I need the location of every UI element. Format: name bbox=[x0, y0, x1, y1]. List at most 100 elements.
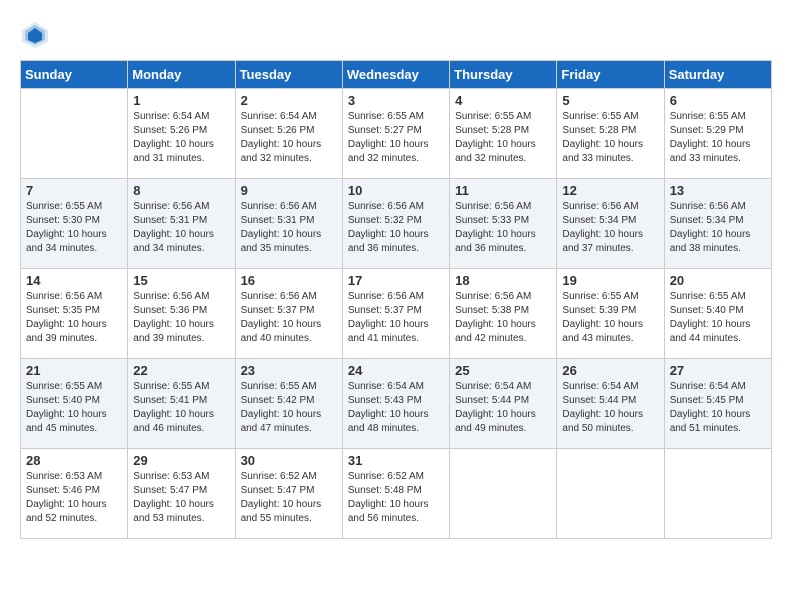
day-number: 21 bbox=[26, 363, 122, 378]
day-number: 12 bbox=[562, 183, 658, 198]
day-cell: 14 Sunrise: 6:56 AMSunset: 5:35 PMDayligh… bbox=[21, 269, 128, 359]
day-cell: 28 Sunrise: 6:53 AMSunset: 5:46 PMDayligh… bbox=[21, 449, 128, 539]
day-cell: 8 Sunrise: 6:56 AMSunset: 5:31 PMDaylight… bbox=[128, 179, 235, 269]
day-cell: 29 Sunrise: 6:53 AMSunset: 5:47 PMDayligh… bbox=[128, 449, 235, 539]
day-info: Sunrise: 6:56 AMSunset: 5:36 PMDaylight:… bbox=[133, 290, 229, 346]
day-info: Sunrise: 6:55 AMSunset: 5:40 PMDaylight:… bbox=[670, 290, 766, 346]
day-info: Sunrise: 6:56 AMSunset: 5:31 PMDaylight:… bbox=[133, 200, 229, 256]
weekday-header-saturday: Saturday bbox=[664, 61, 771, 89]
day-cell bbox=[664, 449, 771, 539]
weekday-header-thursday: Thursday bbox=[450, 61, 557, 89]
day-cell: 18 Sunrise: 6:56 AMSunset: 5:38 PMDayligh… bbox=[450, 269, 557, 359]
day-cell: 15Sunrise: 6:56 AMSunset: 5:36 PMDayligh… bbox=[128, 269, 235, 359]
day-number: 6 bbox=[670, 93, 766, 108]
day-number: 23 bbox=[241, 363, 337, 378]
day-number: 29 bbox=[133, 453, 229, 468]
day-info: Sunrise: 6:55 AMSunset: 5:28 PMDaylight:… bbox=[455, 110, 551, 166]
day-info: Sunrise: 6:56 AMSunset: 5:37 PMDaylight:… bbox=[348, 290, 444, 346]
week-row-1: 1 Sunrise: 6:54 AMSunset: 5:26 PMDaylight… bbox=[21, 89, 772, 179]
day-cell: 21 Sunrise: 6:55 AMSunset: 5:40 PMDayligh… bbox=[21, 359, 128, 449]
day-number: 3 bbox=[348, 93, 444, 108]
day-info: Sunrise: 6:55 AMSunset: 5:28 PMDaylight:… bbox=[562, 110, 658, 166]
day-info: Sunrise: 6:53 AMSunset: 5:46 PMDaylight:… bbox=[26, 470, 122, 526]
day-cell: 1 Sunrise: 6:54 AMSunset: 5:26 PMDaylight… bbox=[128, 89, 235, 179]
day-info: Sunrise: 6:56 AMSunset: 5:34 PMDaylight:… bbox=[562, 200, 658, 256]
day-info: Sunrise: 6:54 AMSunset: 5:26 PMDaylight:… bbox=[241, 110, 337, 166]
logo bbox=[20, 20, 54, 50]
day-cell: 4 Sunrise: 6:55 AMSunset: 5:28 PMDaylight… bbox=[450, 89, 557, 179]
day-info: Sunrise: 6:54 AMSunset: 5:45 PMDaylight:… bbox=[670, 380, 766, 436]
week-row-5: 28 Sunrise: 6:53 AMSunset: 5:46 PMDayligh… bbox=[21, 449, 772, 539]
day-cell: 25 Sunrise: 6:54 AMSunset: 5:44 PMDayligh… bbox=[450, 359, 557, 449]
day-number: 17 bbox=[348, 273, 444, 288]
day-number: 2 bbox=[241, 93, 337, 108]
day-cell: 26 Sunrise: 6:54 AMSunset: 5:44 PMDayligh… bbox=[557, 359, 664, 449]
day-info: Sunrise: 6:56 AMSunset: 5:33 PMDaylight:… bbox=[455, 200, 551, 256]
day-cell: 30 Sunrise: 6:52 AMSunset: 5:47 PMDayligh… bbox=[235, 449, 342, 539]
day-cell bbox=[21, 89, 128, 179]
day-number: 26 bbox=[562, 363, 658, 378]
day-cell bbox=[557, 449, 664, 539]
day-info: Sunrise: 6:54 AMSunset: 5:26 PMDaylight:… bbox=[133, 110, 229, 166]
day-number: 10 bbox=[348, 183, 444, 198]
day-number: 7 bbox=[26, 183, 122, 198]
day-number: 8 bbox=[133, 183, 229, 198]
day-cell: 7 Sunrise: 6:55 AMSunset: 5:30 PMDaylight… bbox=[21, 179, 128, 269]
day-number: 14 bbox=[26, 273, 122, 288]
day-info: Sunrise: 6:53 AMSunset: 5:47 PMDaylight:… bbox=[133, 470, 229, 526]
day-cell: 2 Sunrise: 6:54 AMSunset: 5:26 PMDaylight… bbox=[235, 89, 342, 179]
week-row-2: 7 Sunrise: 6:55 AMSunset: 5:30 PMDaylight… bbox=[21, 179, 772, 269]
day-cell: 27Sunrise: 6:54 AMSunset: 5:45 PMDayligh… bbox=[664, 359, 771, 449]
day-number: 25 bbox=[455, 363, 551, 378]
day-cell: 19 Sunrise: 6:55 AMSunset: 5:39 PMDayligh… bbox=[557, 269, 664, 359]
weekday-header-wednesday: Wednesday bbox=[342, 61, 449, 89]
day-number: 1 bbox=[133, 93, 229, 108]
day-number: 30 bbox=[241, 453, 337, 468]
day-cell bbox=[450, 449, 557, 539]
day-cell: 24Sunrise: 6:54 AMSunset: 5:43 PMDayligh… bbox=[342, 359, 449, 449]
day-cell: 16Sunrise: 6:56 AMSunset: 5:37 PMDayligh… bbox=[235, 269, 342, 359]
day-info: Sunrise: 6:56 AMSunset: 5:35 PMDaylight:… bbox=[26, 290, 122, 346]
weekday-header-tuesday: Tuesday bbox=[235, 61, 342, 89]
weekday-header-monday: Monday bbox=[128, 61, 235, 89]
day-number: 19 bbox=[562, 273, 658, 288]
day-info: Sunrise: 6:54 AMSunset: 5:44 PMDaylight:… bbox=[455, 380, 551, 436]
day-cell: 3 Sunrise: 6:55 AMSunset: 5:27 PMDaylight… bbox=[342, 89, 449, 179]
day-cell: 13 Sunrise: 6:56 AMSunset: 5:34 PMDayligh… bbox=[664, 179, 771, 269]
day-cell: 11 Sunrise: 6:56 AMSunset: 5:33 PMDayligh… bbox=[450, 179, 557, 269]
day-info: Sunrise: 6:56 AMSunset: 5:31 PMDaylight:… bbox=[241, 200, 337, 256]
day-info: Sunrise: 6:56 AMSunset: 5:38 PMDaylight:… bbox=[455, 290, 551, 346]
day-number: 11 bbox=[455, 183, 551, 198]
page-header bbox=[20, 20, 772, 50]
day-cell: 22Sunrise: 6:55 AMSunset: 5:41 PMDayligh… bbox=[128, 359, 235, 449]
day-info: Sunrise: 6:56 AMSunset: 5:32 PMDaylight:… bbox=[348, 200, 444, 256]
day-number: 28 bbox=[26, 453, 122, 468]
day-info: Sunrise: 6:56 AMSunset: 5:34 PMDaylight:… bbox=[670, 200, 766, 256]
day-cell: 9Sunrise: 6:56 AMSunset: 5:31 PMDaylight… bbox=[235, 179, 342, 269]
day-info: Sunrise: 6:55 AMSunset: 5:40 PMDaylight:… bbox=[26, 380, 122, 436]
day-cell: 23 Sunrise: 6:55 AMSunset: 5:42 PMDayligh… bbox=[235, 359, 342, 449]
day-info: Sunrise: 6:52 AMSunset: 5:48 PMDaylight:… bbox=[348, 470, 444, 526]
day-info: Sunrise: 6:52 AMSunset: 5:47 PMDaylight:… bbox=[241, 470, 337, 526]
day-number: 20 bbox=[670, 273, 766, 288]
day-cell: 17 Sunrise: 6:56 AMSunset: 5:37 PMDayligh… bbox=[342, 269, 449, 359]
day-info: Sunrise: 6:54 AMSunset: 5:43 PMDaylight:… bbox=[348, 380, 444, 436]
day-cell: 6Sunrise: 6:55 AMSunset: 5:29 PMDaylight… bbox=[664, 89, 771, 179]
week-row-3: 14 Sunrise: 6:56 AMSunset: 5:35 PMDayligh… bbox=[21, 269, 772, 359]
day-info: Sunrise: 6:55 AMSunset: 5:39 PMDaylight:… bbox=[562, 290, 658, 346]
day-info: Sunrise: 6:55 AMSunset: 5:30 PMDaylight:… bbox=[26, 200, 122, 256]
day-number: 31 bbox=[348, 453, 444, 468]
weekday-header-sunday: Sunday bbox=[21, 61, 128, 89]
day-info: Sunrise: 6:55 AMSunset: 5:27 PMDaylight:… bbox=[348, 110, 444, 166]
day-info: Sunrise: 6:55 AMSunset: 5:42 PMDaylight:… bbox=[241, 380, 337, 436]
day-info: Sunrise: 6:56 AMSunset: 5:37 PMDaylight:… bbox=[241, 290, 337, 346]
day-cell: 31 Sunrise: 6:52 AMSunset: 5:48 PMDayligh… bbox=[342, 449, 449, 539]
day-number: 13 bbox=[670, 183, 766, 198]
day-cell: 5Sunrise: 6:55 AMSunset: 5:28 PMDaylight… bbox=[557, 89, 664, 179]
day-number: 4 bbox=[455, 93, 551, 108]
day-info: Sunrise: 6:54 AMSunset: 5:44 PMDaylight:… bbox=[562, 380, 658, 436]
logo-icon bbox=[20, 20, 50, 50]
day-number: 18 bbox=[455, 273, 551, 288]
weekday-header-friday: Friday bbox=[557, 61, 664, 89]
day-info: Sunrise: 6:55 AMSunset: 5:41 PMDaylight:… bbox=[133, 380, 229, 436]
